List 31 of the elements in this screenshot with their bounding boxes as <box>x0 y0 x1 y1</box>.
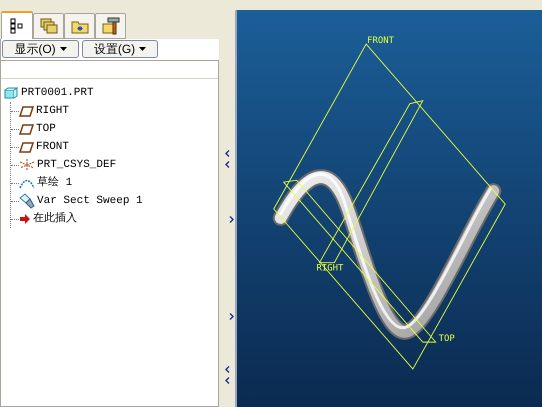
panel-tab[interactable] <box>1 11 33 39</box>
expand-right-icon[interactable] <box>229 216 234 223</box>
tree-item[interactable]: PRT_CSYS_DEF <box>19 156 116 174</box>
tree-item[interactable]: 在此插入 <box>19 210 77 228</box>
arrow-icon <box>19 213 31 225</box>
sketch-icon <box>19 177 35 189</box>
dropdown-arrow-icon <box>139 47 146 51</box>
tree-icon <box>10 18 24 34</box>
sweep-icon <box>19 193 35 209</box>
expand-right-icon[interactable] <box>229 313 234 320</box>
panel-tab[interactable] <box>95 13 126 39</box>
tree-item[interactable]: PRT0001.PRT <box>4 84 218 102</box>
layers-icon <box>40 18 58 34</box>
datum-plane-icon <box>19 124 34 134</box>
tree-item[interactable]: 草绘 1 <box>19 174 72 192</box>
datum-label: TOP <box>438 334 455 344</box>
folder-icon <box>70 18 88 34</box>
menu-button[interactable]: 显示(O) <box>2 40 79 58</box>
datum-label: FRONT <box>367 36 394 46</box>
tree-item[interactable]: RIGHT <box>19 102 70 120</box>
coordinate-system-icon <box>19 158 35 172</box>
datum-plane-icon <box>19 142 34 152</box>
part-icon <box>4 87 18 99</box>
menu-button[interactable]: 设置(G) <box>82 40 158 58</box>
hammer-icon <box>102 17 120 35</box>
tree-item[interactable]: FRONT <box>19 138 70 156</box>
tree-item[interactable]: TOP <box>19 120 56 138</box>
tree-item[interactable]: Var Sect Sweep 1 <box>19 192 143 210</box>
datum-plane-icon <box>19 106 34 116</box>
panel-tab[interactable] <box>33 13 64 39</box>
dropdown-arrow-icon <box>60 47 67 51</box>
